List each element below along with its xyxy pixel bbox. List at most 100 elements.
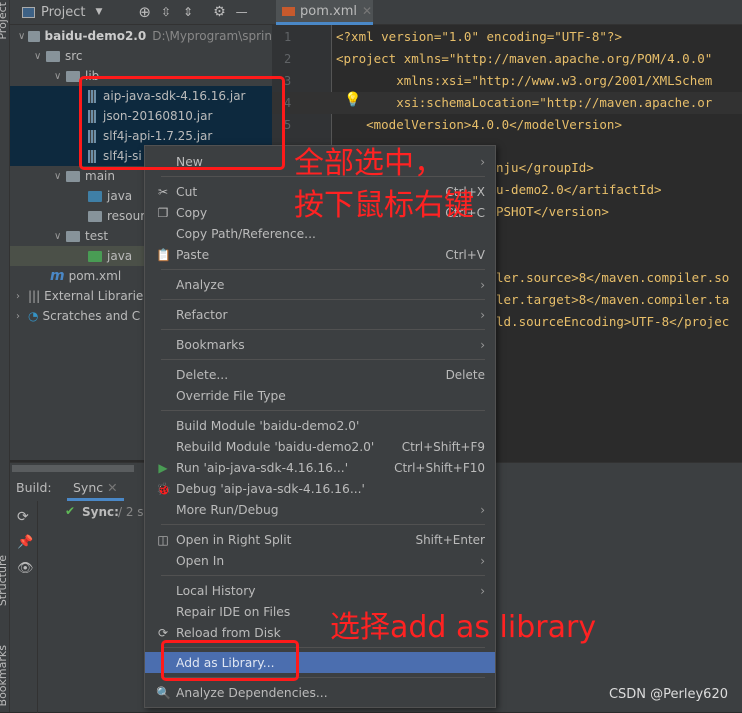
menu-item-label: Run 'aip-java-sdk-4.16.16...': [176, 460, 349, 475]
menu-item-label: Delete...: [176, 367, 229, 382]
menu-shortcut: Shift+Enter: [415, 532, 485, 547]
menu-item-debug-aip-java-sdk-4-16-16[interactable]: 🐞 Debug 'aip-java-sdk-4.16.16...': [145, 478, 495, 499]
menu-separator: [145, 295, 495, 304]
bookmarks-tool-tab[interactable]: Bookmarks: [0, 645, 9, 706]
code-line: <?xml version="1.0" encoding="UTF-8"?>: [336, 29, 622, 44]
tab-sync[interactable]: Sync ✕: [67, 480, 124, 501]
chevron-right-icon: ›: [480, 307, 485, 322]
copy-icon: ❐: [157, 205, 169, 220]
menu-item-label: Cut: [176, 184, 198, 199]
menu-item-build-module-baidu-demo2-0[interactable]: Build Module 'baidu-demo2.0': [145, 415, 495, 436]
refresh-icon[interactable]: ⟳: [17, 509, 29, 525]
tab-pom-xml[interactable]: pom.xml ✕: [276, 0, 373, 25]
menu-shortcut: Ctrl+Shift+F9: [401, 439, 485, 454]
close-icon[interactable]: ✕: [362, 4, 372, 18]
annotation-box-add-library: [161, 640, 299, 681]
menu-item-label: Repair IDE on Files: [176, 604, 291, 619]
code-line: u-demo2.0</artifactId>: [496, 182, 662, 197]
code-line: <project xmlns="http://maven.apache.org/…: [336, 51, 713, 66]
reload-icon: ⟳: [157, 625, 169, 640]
project-tool-tab[interactable]: Project: [0, 2, 9, 40]
menu-item-label: Paste: [176, 247, 210, 262]
line-number: 4: [284, 96, 292, 110]
menu-item-open-in-right-split[interactable]: ◫ Open in Right Split Shift+Enter: [145, 529, 495, 550]
menu-item-label: Build Module 'baidu-demo2.0': [176, 418, 360, 433]
menu-item-run-aip-java-sdk-4-16-16[interactable]: ▶ Run 'aip-java-sdk-4.16.16...' Ctrl+Shift…: [145, 457, 495, 478]
source-folder-icon: [88, 190, 102, 202]
check-icon: ✔: [65, 504, 76, 518]
chevron-right-icon: ›: [480, 502, 485, 517]
menu-separator: [145, 520, 495, 529]
menu-item-rebuild-module-baidu-demo2-0[interactable]: Rebuild Module 'baidu-demo2.0' Ctrl+Shift…: [145, 436, 495, 457]
menu-item-override-file-type[interactable]: Override File Type: [145, 385, 495, 406]
code-line: PSHOT</version>: [496, 204, 609, 219]
menu-separator: [145, 265, 495, 274]
annotation-text: 按下鼠标右键: [294, 188, 474, 223]
debug-icon: 🐞: [156, 481, 171, 496]
analyze-dependencies-icon: 🔍: [156, 685, 171, 700]
line-number: 2: [284, 52, 292, 66]
menu-separator: [145, 355, 495, 364]
code-line: ler.source>8</maven.compiler.so: [496, 270, 730, 285]
code-line: xmlns:xsi="http://www.w3.org/2001/XMLSch…: [336, 73, 713, 88]
menu-item-label: Open In: [176, 553, 225, 568]
chevron-down-icon[interactable]: ▼: [95, 7, 102, 17]
paste-icon: 📋: [156, 247, 171, 262]
gear-icon[interactable]: ⚙: [213, 4, 226, 20]
chevron-right-icon: ›: [480, 277, 485, 292]
menu-item-refactor[interactable]: Refactor ›: [145, 304, 495, 325]
chevron-right-icon: ›: [480, 337, 485, 352]
menu-item-open-in[interactable]: Open In ›: [145, 550, 495, 571]
code-line: <modelVersion>4.0.0</modelVersion>: [336, 117, 622, 132]
code-line: nju</groupId>: [496, 160, 594, 175]
resources-folder-icon: [88, 210, 102, 222]
menu-item-label: Rebuild Module 'baidu-demo2.0': [176, 439, 375, 454]
menu-item-label: Debug 'aip-java-sdk-4.16.16...': [176, 481, 365, 496]
collapse-all-icon[interactable]: ⇕: [183, 5, 193, 19]
maven-icon: m: [50, 268, 65, 284]
project-toolbar: Project ▼ ⊕ ⇳ ⇕ ⚙ —: [10, 0, 272, 25]
menu-shortcut: Ctrl+V: [445, 247, 485, 262]
menu-item-label: Local History: [176, 583, 256, 598]
annotation-text: 选择add as library: [330, 610, 597, 645]
expand-all-icon[interactable]: ⇳: [161, 5, 171, 19]
menu-separator: [145, 325, 495, 334]
minimize-icon[interactable]: —: [236, 5, 248, 19]
folder-icon: [46, 50, 60, 62]
folder-icon: [66, 70, 80, 82]
split-icon: ◫: [157, 532, 169, 547]
run-icon: ▶: [158, 460, 168, 475]
menu-item-local-history[interactable]: Local History ›: [145, 580, 495, 601]
menu-item-analyze[interactable]: Analyze ›: [145, 274, 495, 295]
test-folder-icon: [88, 250, 102, 262]
menu-item-paste[interactable]: 📋 Paste Ctrl+V: [145, 244, 495, 265]
menu-item-bookmarks[interactable]: Bookmarks ›: [145, 334, 495, 355]
scrollbar[interactable]: [12, 465, 134, 472]
menu-item-more-run-debug[interactable]: More Run/Debug ›: [145, 499, 495, 520]
build-label: Build:: [16, 480, 52, 495]
sync-status: Sync:: [82, 505, 119, 519]
folder-icon: [66, 230, 80, 242]
scratches-icon: ◔: [28, 309, 39, 323]
menu-item-label: Copy: [176, 205, 208, 220]
eye-icon[interactable]: 👁: [17, 561, 34, 576]
libraries-icon: |||: [28, 289, 41, 303]
left-tool-strip: Project Structure Bookmarks: [0, 0, 10, 712]
menu-item-copy-path-reference[interactable]: Copy Path/Reference...: [145, 223, 495, 244]
project-view-selector[interactable]: Project: [41, 5, 85, 20]
chevron-right-icon: ›: [480, 553, 485, 568]
chevron-right-icon: ›: [480, 154, 485, 169]
menu-item-label: Bookmarks: [176, 337, 245, 352]
tree-item-module[interactable]: ∨ baidu-demo2.0 D:\Myprogram\sprin: [10, 26, 272, 46]
pin-icon[interactable]: 📌: [17, 535, 33, 550]
locate-icon[interactable]: ⊕: [138, 3, 151, 21]
menu-item-delete[interactable]: Delete... Delete: [145, 364, 495, 385]
menu-item-analyze-dependencies[interactable]: 🔍 Analyze Dependencies...: [145, 682, 495, 703]
tree-item-src[interactable]: ∨ src: [10, 46, 272, 66]
menu-item-label: Override File Type: [176, 388, 286, 403]
menu-item-label: Refactor: [176, 307, 228, 322]
code-line: xsi:schemaLocation="http://maven.apache.…: [336, 95, 713, 110]
code-line: ld.sourceEncoding>UTF-8</projec: [496, 314, 730, 329]
structure-tool-tab[interactable]: Structure: [0, 555, 9, 606]
code-line: ler.target>8</maven.compiler.ta: [496, 292, 730, 307]
